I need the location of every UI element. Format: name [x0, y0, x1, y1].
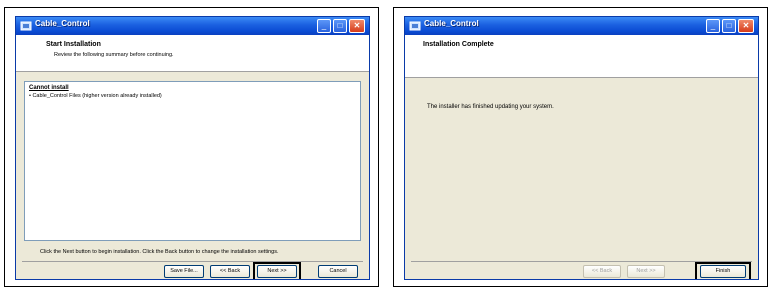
back-button[interactable]: << Back — [210, 265, 250, 278]
title-bar[interactable]: Cable_Control _ □ ✕ — [16, 17, 369, 35]
divider — [22, 261, 363, 262]
next-button[interactable]: Next >> — [257, 265, 297, 278]
wizard-header: Start Installation Review the following … — [16, 35, 369, 72]
close-icon[interactable]: ✕ — [349, 19, 365, 33]
next-button[interactable]: Next >> — [627, 265, 665, 278]
window-title: Cable_Control — [424, 19, 479, 28]
close-icon[interactable]: ✕ — [738, 19, 754, 33]
left-panel: Cable_Control _ □ ✕ Start Installation R… — [4, 7, 379, 287]
right-panel: Cable_Control _ □ ✕ Installation Complet… — [393, 7, 768, 287]
finish-button[interactable]: Finish — [700, 265, 746, 278]
completion-message: The installer has finished updating your… — [427, 104, 554, 110]
wizard-header: Installation Complete — [405, 35, 758, 78]
summary-list[interactable]: Cannot install • Cable_Control Files (hi… — [24, 81, 361, 241]
app-icon — [409, 21, 421, 31]
installer-window-complete: Cable_Control _ □ ✕ Installation Complet… — [404, 16, 759, 280]
minimize-icon[interactable]: _ — [706, 19, 720, 33]
page-title: Start Installation — [46, 41, 101, 48]
list-heading: Cannot install — [29, 85, 69, 91]
app-icon — [20, 21, 32, 31]
maximize-icon[interactable]: □ — [722, 19, 736, 33]
save-file-button[interactable]: Save File... — [164, 265, 204, 278]
page-title: Installation Complete — [423, 41, 494, 48]
window-title: Cable_Control — [35, 19, 90, 28]
list-item: • Cable_Control Files (higher version al… — [29, 93, 162, 99]
minimize-icon[interactable]: _ — [317, 19, 331, 33]
instruction-text: Click the Next button to begin installat… — [40, 249, 279, 255]
cancel-button[interactable]: Cancel — [318, 265, 358, 278]
back-button[interactable]: << Back — [583, 265, 621, 278]
title-bar[interactable]: Cable_Control _ □ ✕ — [405, 17, 758, 35]
installer-window-start: Cable_Control _ □ ✕ Start Installation R… — [15, 16, 370, 280]
maximize-icon[interactable]: □ — [333, 19, 347, 33]
page-subtitle: Review the following summary before cont… — [54, 52, 174, 58]
